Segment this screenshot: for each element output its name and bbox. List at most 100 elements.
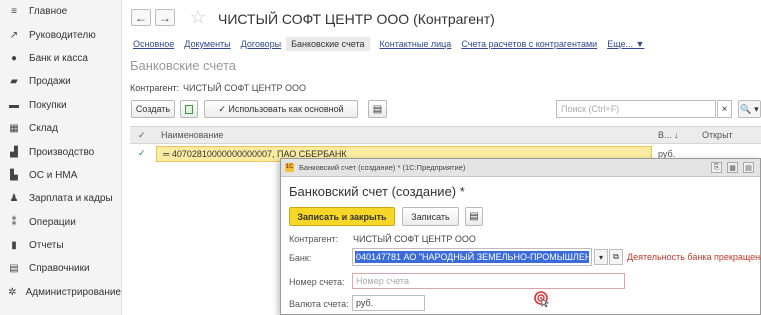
search-input[interactable]: Поиск (Ctrl+F) — [556, 100, 716, 118]
trend-icon: ↗ — [9, 29, 19, 41]
chevron-down-icon: ▾ — [598, 252, 603, 262]
list-settings-button[interactable]: ▤ — [368, 100, 387, 118]
bank-label: Банк: — [289, 253, 312, 263]
calendar-icon[interactable]: ▦ — [727, 162, 738, 173]
tab-settlement-accounts[interactable]: Счета расчетов с контрагентами — [461, 37, 597, 51]
search-clear-button[interactable]: × — [717, 100, 732, 118]
more-actions-button[interactable]: ▤ — [465, 207, 483, 226]
sidebar-item-label: Покупки — [29, 99, 67, 111]
people-icon: ♟ — [9, 193, 19, 205]
list-icon: ▤ — [469, 211, 479, 222]
link-icon[interactable]: ⎘ — [711, 162, 722, 173]
copy-icon — [185, 104, 193, 114]
bank-selected-text: 040147781 АО "НАРОДНЫЙ ЗЕМЕЛЬНО-ПРОМЫШЛЕ… — [355, 251, 589, 263]
tab-bank-accounts[interactable]: Банковские счета — [286, 37, 370, 51]
menu-icon: ≡ — [11, 6, 17, 18]
sidebar-item-label: Администрирование — [25, 286, 121, 298]
tab-bar: Основное Документы Договоры Банковские с… — [133, 37, 654, 51]
sidebar-item-label: Банк и касса — [29, 52, 88, 64]
create-button[interactable]: Создать — [131, 100, 175, 118]
warehouse-icon: ▦ — [9, 123, 19, 135]
sidebar-item-administration[interactable]: ✲ Администрирование — [0, 281, 121, 304]
sidebar-item-main[interactable]: ≡ Главное — [0, 0, 121, 23]
save-button[interactable]: Записать — [402, 207, 459, 226]
app-logo-icon: 1С — [285, 163, 294, 172]
owner-line: Контрагент: ЧИСТЫЙ СОФТ ЦЕНТР ООО — [130, 83, 306, 93]
tab-contacts[interactable]: Контактные лица — [380, 37, 452, 51]
favorite-star-icon[interactable]: ☆ — [190, 7, 206, 28]
sidebar-item-label: ОС и НМА — [29, 169, 78, 181]
sidebar-item-label: Продажи — [29, 76, 71, 88]
sidebar-item-label: Склад — [29, 123, 58, 135]
owner-label: Контрагент: — [289, 234, 339, 244]
bank-input[interactable]: 040147781 АО "НАРОДНЫЙ ЗЕМЕЛЬНО-ПРОМЫШЛЕ… — [352, 248, 592, 266]
bar-chart-icon: ▮ — [11, 240, 17, 252]
search-button[interactable]: 🔍 ▾ — [738, 100, 761, 118]
sidebar-item-reports[interactable]: ▮ Отчеты — [0, 234, 121, 257]
forward-button[interactable]: → — [155, 9, 175, 26]
sidebar-item-warehouse[interactable]: ▦ Склад — [0, 117, 121, 140]
sidebar-item-production[interactable]: ▟ Производство — [0, 140, 121, 163]
bank-dropdown-button[interactable]: ▾ — [594, 249, 608, 265]
cart-icon: ▰ — [10, 76, 18, 88]
account-number-input[interactable]: Номер счета — [352, 273, 625, 289]
sidebar-item-fixed-assets[interactable]: ▙ ОС и НМА — [0, 164, 121, 187]
account-number-label: Номер счета: — [289, 277, 345, 287]
tab-main[interactable]: Основное — [133, 37, 174, 51]
use-as-main-button[interactable]: ✓ Использовать как основной — [204, 100, 358, 118]
sidebar-item-label: Справочники — [29, 263, 90, 275]
currency-column-header[interactable]: В... ↓ — [658, 130, 679, 140]
coin-icon: ● — [10, 52, 18, 64]
open-link-icon: ⧉ — [613, 252, 619, 261]
check-mark-icon: ✓ — [138, 148, 146, 158]
sidebar-item-label: Операции — [29, 216, 76, 228]
owner-value[interactable]: ЧИСТЫЙ СОФТ ЦЕНТР ООО — [353, 234, 476, 244]
arrow-left-icon: ← — [135, 10, 147, 25]
sidebar-item-purchases[interactable]: ▬ Покупки — [0, 94, 121, 117]
check-column-header[interactable]: ✓ — [138, 130, 146, 141]
tab-documents[interactable]: Документы — [184, 37, 230, 51]
arrow-right-icon: → — [159, 10, 171, 25]
opened-column-header[interactable]: Открыт — [702, 130, 733, 140]
truck-icon: ▙ — [10, 169, 18, 181]
copy-button[interactable] — [180, 100, 198, 118]
book-icon: ▤ — [9, 263, 19, 275]
dialog-window-title: Банковский счет (создание) * (1С:Предпри… — [299, 163, 466, 172]
owner-value[interactable]: ЧИСТЫЙ СОФТ ЦЕНТР ООО — [183, 83, 306, 93]
sidebar: ≡ Главное ↗ Руководителю ● Банк и касса ▰ Пр… — [0, 0, 122, 315]
sidebar-item-label: Отчеты — [29, 240, 64, 252]
grid-header: ✓ Наименование В... ↓ Открыт — [130, 126, 761, 144]
sidebar-item-salary[interactable]: ♟ Зарплата и кадры — [0, 187, 121, 210]
gear-icon: ✲ — [8, 286, 17, 298]
tab-more[interactable]: Еще... ▼ — [607, 37, 644, 51]
section-title: Банковские счета — [130, 58, 237, 73]
sidebar-item-directories[interactable]: ▤ Справочники — [0, 257, 121, 280]
owner-label: Контрагент: — [130, 83, 180, 93]
sidebar-item-operations[interactable]: ⁑ Операции — [0, 211, 121, 234]
sidebar-item-manager[interactable]: ↗ Руководителю — [0, 23, 121, 46]
sidebar-item-label: Руководителю — [29, 29, 96, 41]
currency-input[interactable]: руб. — [352, 295, 425, 311]
factory-icon: ▟ — [10, 146, 18, 158]
bank-open-button[interactable]: ⧉ — [609, 249, 623, 265]
window-menu-icon[interactable]: ▤ — [743, 162, 754, 173]
page-title: ЧИСТЫЙ СОФТ ЦЕНТР ООО (Контрагент) — [218, 11, 495, 27]
tab-contracts[interactable]: Договоры — [241, 37, 281, 51]
sidebar-item-bank-cash[interactable]: ● Банк и касса — [0, 47, 121, 70]
operations-icon: ⁑ — [11, 216, 17, 228]
bag-icon: ▬ — [9, 99, 19, 111]
sidebar-item-label: Главное — [29, 6, 68, 18]
dialog-heading: Банковский счет (создание) * — [289, 184, 465, 199]
sidebar-item-label: Производство — [29, 146, 95, 158]
list-icon: ▤ — [372, 103, 383, 115]
sidebar-item-label: Зарплата и кадры — [29, 193, 113, 205]
back-button[interactable]: ← — [131, 9, 151, 26]
click-target-icon — [534, 291, 550, 307]
currency-label: Валюта счета: — [289, 299, 349, 309]
dialog-titlebar[interactable]: 1С Банковский счет (создание) * (1С:Пред… — [281, 159, 760, 177]
bank-account-dialog: 1С Банковский счет (создание) * (1С:Пред… — [280, 158, 761, 315]
sidebar-item-sales[interactable]: ▰ Продажи — [0, 70, 121, 93]
name-column-header[interactable]: Наименование — [161, 130, 223, 140]
save-and-close-button[interactable]: Записать и закрыть — [289, 207, 395, 226]
bank-warning: Деятельность банка прекращена — [627, 252, 761, 262]
